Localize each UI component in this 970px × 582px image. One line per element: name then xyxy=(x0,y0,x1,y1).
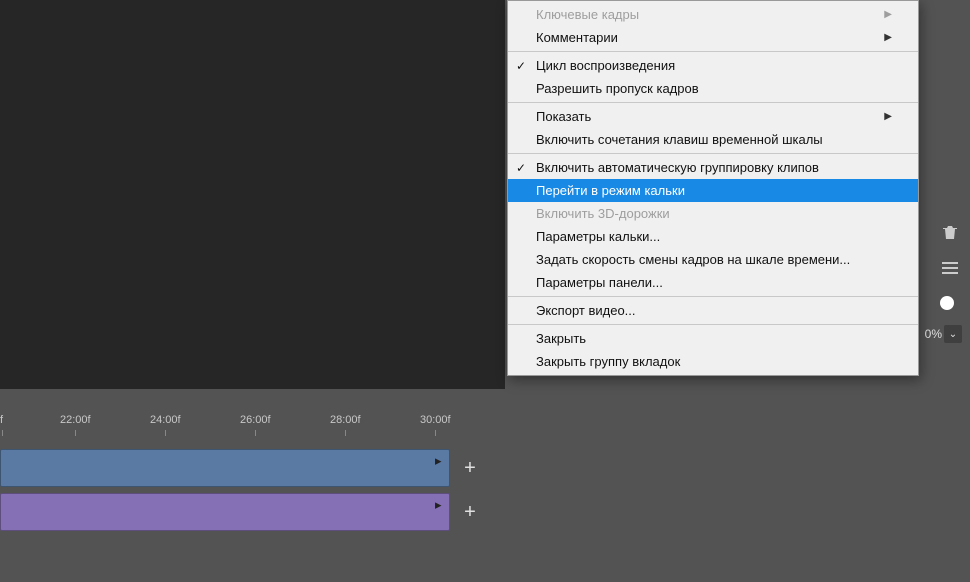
checkmark-icon: ✓ xyxy=(516,161,526,175)
menu-item[interactable]: Закрыть xyxy=(508,327,918,350)
clip-handle-icon[interactable]: ▸ xyxy=(435,453,445,463)
submenu-arrow-icon: ▶ xyxy=(884,9,892,20)
menu-item[interactable]: Разрешить пропуск кадров xyxy=(508,77,918,100)
tracks: ▸ ▸ xyxy=(0,449,470,537)
menu-item-label: Перейти в режим кальки xyxy=(536,183,685,198)
menu-item[interactable]: Параметры панели... xyxy=(508,271,918,294)
opacity-value[interactable]: 0% ⌄ xyxy=(925,325,962,343)
tick: 26:00f xyxy=(240,414,271,426)
menu-item: Ключевые кадры ▶ xyxy=(508,3,918,26)
tick: 30:00f xyxy=(420,414,451,426)
panel-menu-icon[interactable] xyxy=(934,252,966,284)
tick: 22:00f xyxy=(60,414,91,426)
menu-item[interactable]: Экспорт видео... xyxy=(508,299,918,322)
menu-item-label: Закрыть группу вкладок xyxy=(536,354,680,369)
checkmark-icon: ✓ xyxy=(516,59,526,73)
menu-item-label: Показать xyxy=(536,109,591,124)
context-menu: Ключевые кадры ▶ Комментарии ▶ ✓ Цикл воспрои… xyxy=(507,0,919,376)
menu-item[interactable]: Включить сочетания клавиш временной шкал… xyxy=(508,128,918,151)
menu-item-label: Цикл воспроизведения xyxy=(536,58,675,73)
menu-item-label: Включить автоматическую группировку клип… xyxy=(536,160,819,175)
menu-item-label: Комментарии xyxy=(536,30,618,45)
menu-item-label: Ключевые кадры xyxy=(536,7,639,22)
submenu-arrow-icon: ▶ xyxy=(884,32,892,43)
preview-viewport xyxy=(0,0,505,389)
chevron-down-icon[interactable]: ⌄ xyxy=(944,325,962,343)
submenu-arrow-icon: ▶ xyxy=(884,111,892,122)
menu-item[interactable]: ✓ Цикл воспроизведения xyxy=(508,54,918,77)
menu-item[interactable]: Закрыть группу вкладок xyxy=(508,350,918,373)
menu-item[interactable]: Перейти в режим кальки xyxy=(508,179,918,202)
menu-item[interactable]: Показать ▶ xyxy=(508,105,918,128)
menu-item-label: Включить 3D-дорожки xyxy=(536,206,670,221)
clip[interactable]: ▸ xyxy=(0,493,450,531)
menu-item[interactable]: Задать скорость смены кадров на шкале вр… xyxy=(508,248,918,271)
menu-item: Включить 3D-дорожки xyxy=(508,202,918,225)
add-track-button[interactable]: + xyxy=(452,449,488,487)
menu-item-label: Задать скорость смены кадров на шкале вр… xyxy=(536,252,850,267)
time-ruler[interactable]: f 22:00f 24:00f 26:00f 28:00f 30:00f xyxy=(0,409,520,433)
menu-item-label: Включить сочетания клавиш временной шкал… xyxy=(536,132,823,147)
tick: 28:00f xyxy=(330,414,361,426)
timeline-area: f 22:00f 24:00f 26:00f 28:00f 30:00f ▸ ▸… xyxy=(0,389,970,582)
menu-item[interactable]: ✓ Включить автоматическую группировку кли… xyxy=(508,156,918,179)
add-track-button[interactable]: + xyxy=(452,493,488,531)
menu-item[interactable]: Параметры кальки... xyxy=(508,225,918,248)
menu-item-label: Разрешить пропуск кадров xyxy=(536,81,699,96)
opacity-slider-thumb[interactable] xyxy=(940,296,954,310)
menu-item-label: Параметры панели... xyxy=(536,275,663,290)
clip[interactable]: ▸ xyxy=(0,449,450,487)
menu-item-label: Параметры кальки... xyxy=(536,229,660,244)
menu-item-label: Экспорт видео... xyxy=(536,303,636,318)
tick: f xyxy=(0,414,3,426)
tick: 24:00f xyxy=(150,414,181,426)
opacity-text: 0% xyxy=(925,327,942,341)
right-toolbar xyxy=(930,212,970,288)
clip-handle-icon[interactable]: ▸ xyxy=(435,497,445,507)
menu-item-label: Закрыть xyxy=(536,331,586,346)
trash-icon[interactable] xyxy=(934,216,966,248)
menu-item[interactable]: Комментарии ▶ xyxy=(508,26,918,49)
